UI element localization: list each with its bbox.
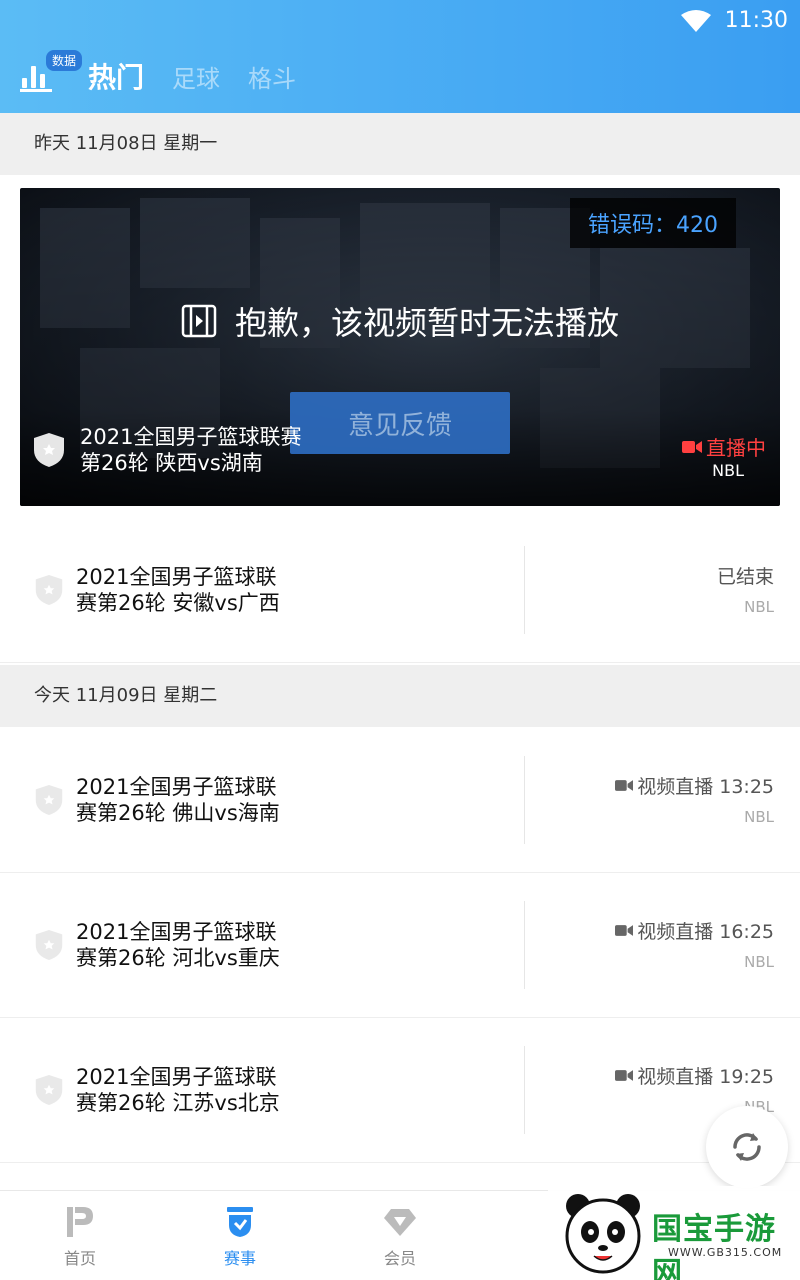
nav-member-label: 会员 bbox=[383, 1249, 416, 1268]
match-title-line1: 2021全国男子篮球联 bbox=[76, 1065, 277, 1089]
match-title-line1: 2021全国男子篮球联 bbox=[76, 920, 277, 944]
video-camera-icon bbox=[615, 1070, 634, 1081]
match-league: NBL bbox=[744, 808, 774, 826]
match-title-line2: 赛第26轮 江苏vs北京 bbox=[76, 1091, 280, 1115]
team-shield-icon bbox=[35, 930, 63, 960]
match-icon bbox=[227, 1207, 253, 1237]
match-status: 已结束 bbox=[717, 562, 774, 589]
match-title: 2021全国男子篮球联 赛第26轮 江苏vs北京 bbox=[76, 1064, 280, 1116]
date-header-today: 今天 11月09日 星期二 bbox=[0, 665, 800, 727]
error-code: 错误码：420 bbox=[570, 198, 736, 248]
nav-member[interactable]: 会员 bbox=[360, 1205, 440, 1269]
team-shield-icon bbox=[35, 785, 63, 815]
watermark-text: 国宝手游网 bbox=[652, 1212, 776, 1280]
match-league: NBL bbox=[744, 598, 774, 616]
match-title-line2: 赛第26轮 安徽vs广西 bbox=[76, 591, 280, 615]
video-camera-icon bbox=[615, 925, 634, 936]
error-message-text: 抱歉，该视频暂时无法播放 bbox=[234, 304, 619, 342]
diamond-icon bbox=[384, 1209, 416, 1236]
match-status-text: 视频直播 16:25 bbox=[637, 921, 774, 943]
status-time: 11:30 bbox=[724, 8, 788, 33]
watermark-url: WWW.GB315.COM bbox=[668, 1246, 783, 1259]
match-row[interactable]: 2021全国男子篮球联 赛第26轮 河北vs重庆 视频直播 16:25 NBL bbox=[0, 873, 800, 1018]
refresh-icon bbox=[733, 1133, 761, 1161]
match-title-line1: 2021全国男子篮球联 bbox=[76, 565, 277, 589]
watermark: 国宝手游网 WWW.GB315.COM bbox=[548, 1186, 800, 1280]
match-title-line2: 赛第26轮 佛山vs海南 bbox=[76, 801, 280, 825]
match-status: 视频直播 19:25 bbox=[615, 1062, 774, 1089]
row-divider bbox=[524, 756, 525, 844]
match-title-line1: 2021全国男子篮球联 bbox=[76, 775, 277, 799]
match-league: NBL bbox=[744, 953, 774, 971]
data-button[interactable]: 数据 bbox=[20, 50, 83, 94]
team-shield-icon bbox=[35, 575, 63, 605]
feedback-button[interactable]: 意见反馈 bbox=[290, 392, 510, 454]
match-title: 2021全国男子篮球联 赛第26轮 河北vs重庆 bbox=[76, 919, 280, 971]
refresh-button[interactable] bbox=[706, 1106, 788, 1188]
home-p-icon bbox=[67, 1207, 93, 1237]
match-status-text: 已结束 bbox=[716, 566, 774, 588]
match-status: 视频直播 13:25 bbox=[615, 772, 774, 799]
live-label: 直播中 bbox=[706, 436, 766, 460]
tab-football[interactable]: 足球 bbox=[172, 59, 220, 94]
row-divider bbox=[524, 546, 525, 634]
tab-fighting[interactable]: 格斗 bbox=[248, 59, 296, 94]
status-bar: 11:30 bbox=[680, 8, 788, 33]
nav-matches-label: 赛事 bbox=[223, 1249, 256, 1268]
top-header: 11:30 数据 热门 足球 格斗 bbox=[0, 0, 800, 113]
match-title: 2021全国男子篮球联 赛第26轮 佛山vs海南 bbox=[76, 774, 280, 826]
category-tabs: 热门 足球 格斗 bbox=[88, 56, 296, 96]
playback-error-message: 抱歉，该视频暂时无法播放 bbox=[20, 298, 780, 344]
team-shield-icon bbox=[35, 1075, 63, 1105]
match-status: 视频直播 16:25 bbox=[615, 917, 774, 944]
video-title-line1: 2021全国男子篮球联赛 bbox=[80, 425, 302, 449]
video-title-line2: 第26轮 陕西vs湖南 bbox=[80, 451, 263, 475]
video-match-title: 2021全国男子篮球联赛 第26轮 陕西vs湖南 bbox=[80, 424, 301, 476]
row-divider bbox=[524, 901, 525, 989]
tab-hot[interactable]: 热门 bbox=[88, 56, 144, 96]
match-row[interactable]: 2021全国男子篮球联 赛第26轮 安徽vs广西 已结束 NBL bbox=[0, 518, 800, 663]
wifi-icon bbox=[680, 9, 711, 32]
film-icon bbox=[181, 304, 217, 338]
data-badge: 数据 bbox=[46, 50, 83, 71]
live-status: 直播中 bbox=[682, 432, 766, 461]
team-shield-icon bbox=[34, 433, 64, 467]
panda-logo-icon bbox=[565, 1194, 641, 1274]
match-title: 2021全国男子篮球联 赛第26轮 安徽vs广西 bbox=[76, 564, 280, 616]
match-status-text: 视频直播 19:25 bbox=[637, 1066, 774, 1088]
row-divider bbox=[524, 1046, 525, 1134]
nav-home-label: 首页 bbox=[63, 1249, 96, 1268]
match-status-text: 视频直播 13:25 bbox=[637, 776, 774, 798]
match-title-line2: 赛第26轮 河北vs重庆 bbox=[76, 946, 280, 970]
match-row[interactable]: 2021全国男子篮球联 赛第26轮 佛山vs海南 视频直播 13:25 NBL bbox=[0, 728, 800, 873]
camera-icon bbox=[682, 440, 702, 453]
date-header-yesterday: 昨天 11月08日 星期一 bbox=[0, 113, 800, 175]
nav-home[interactable]: 首页 bbox=[40, 1205, 120, 1269]
match-row[interactable]: 2021全国男子篮球联 赛第26轮 江苏vs北京 视频直播 19:25 NBL bbox=[0, 1018, 800, 1163]
video-player[interactable]: 错误码：420 抱歉，该视频暂时无法播放 意见反馈 2021全国男子篮球联赛 第… bbox=[20, 188, 780, 506]
nav-matches[interactable]: 赛事 bbox=[200, 1205, 280, 1269]
video-league: NBL bbox=[712, 461, 744, 480]
video-camera-icon bbox=[615, 780, 634, 791]
